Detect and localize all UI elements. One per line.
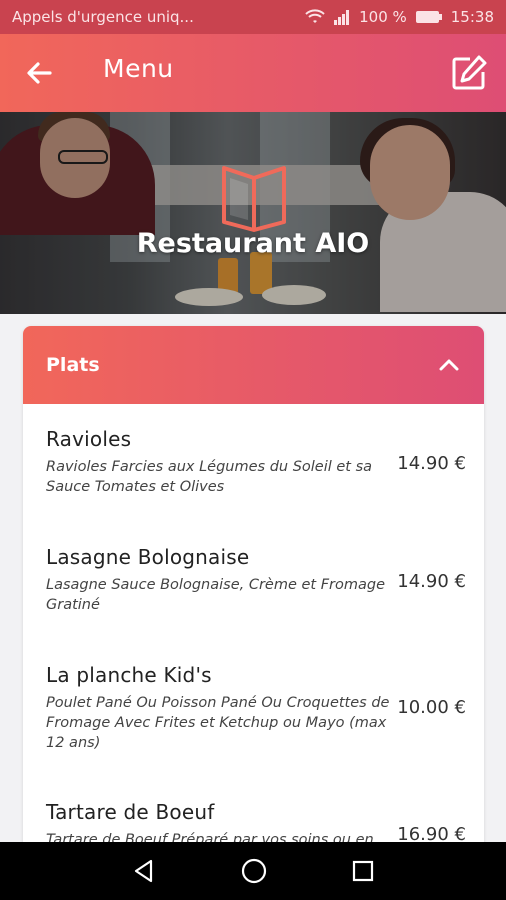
edit-icon[interactable] <box>450 54 488 92</box>
menu-section-card: Plats Ravioles Ravioles Farcies aux Légu… <box>23 326 484 846</box>
menu-item[interactable]: La planche Kid's Poulet Pané Ou Poisson … <box>46 663 466 753</box>
battery-icon <box>415 11 442 23</box>
menu-item-price: 14.90 € <box>397 453 466 474</box>
nav-recents-icon[interactable] <box>351 859 375 883</box>
page-title: Menu <box>103 54 174 83</box>
chevron-up-icon[interactable] <box>436 352 462 378</box>
menu-item[interactable]: Lasagne Bolognaise Lasagne Sauce Bologna… <box>46 545 466 615</box>
menu-item-name: Lasagne Bolognaise <box>46 545 250 569</box>
section-title: Plats <box>46 354 100 376</box>
status-bar: Appels d'urgence uniq... 100 % 15:38 <box>0 0 506 34</box>
system-nav-bar <box>0 842 506 900</box>
section-header[interactable]: Plats <box>23 326 484 404</box>
menu-item-description: Lasagne Sauce Bolognaise, Crème et Froma… <box>46 577 386 613</box>
status-icons: 100 % 15:38 <box>305 8 494 26</box>
signal-icon <box>334 10 350 25</box>
menu-item[interactable]: Tartare de Boeuf Tartare de Boeuf Prépar… <box>46 800 466 846</box>
notification-text: Appels d'urgence uniq... <box>12 8 194 26</box>
open-book-icon <box>222 166 286 232</box>
menu-item-price: 14.90 € <box>397 571 466 592</box>
menu-item[interactable]: Ravioles Ravioles Farcies aux Légumes du… <box>46 427 466 497</box>
menu-item-description: Ravioles Farcies aux Légumes du Soleil e… <box>46 459 373 495</box>
menu-item-price: 10.00 € <box>397 697 466 718</box>
menu-item-description: Poulet Pané Ou Poisson Pané Ou Croquette… <box>46 695 390 751</box>
battery-percent: 100 % <box>359 8 407 26</box>
hero-banner: Restaurant AIO <box>0 112 506 314</box>
wifi-icon <box>305 9 325 23</box>
arrow-left-icon[interactable] <box>22 56 56 90</box>
menu-item-name: La planche Kid's <box>46 663 212 687</box>
nav-back-icon[interactable] <box>131 858 157 884</box>
clock: 15:38 <box>450 8 494 26</box>
restaurant-name: Restaurant AIO <box>136 228 370 259</box>
nav-home-icon[interactable] <box>240 857 268 885</box>
menu-item-name: Ravioles <box>46 427 132 451</box>
app-bar: Menu <box>0 34 506 112</box>
menu-item-name: Tartare de Boeuf <box>46 800 215 824</box>
